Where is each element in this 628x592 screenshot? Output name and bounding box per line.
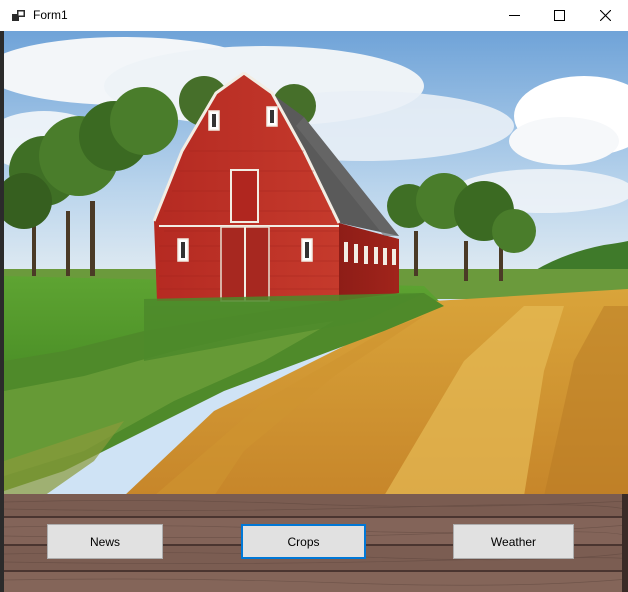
minimize-button[interactable] xyxy=(491,0,537,31)
maximize-icon xyxy=(553,10,565,21)
windows-forms-icon xyxy=(12,9,26,21)
weather-button[interactable]: Weather xyxy=(453,524,574,559)
close-button[interactable] xyxy=(582,0,628,31)
farm-barn-picture xyxy=(4,31,628,496)
crops-button[interactable]: Crops xyxy=(241,524,366,559)
app-window: Form1 News Crops Weather xyxy=(0,0,628,592)
minimize-icon xyxy=(508,10,520,21)
window-title: Form1 xyxy=(33,8,68,22)
news-button[interactable]: News xyxy=(47,524,163,559)
title-bar[interactable]: Form1 xyxy=(0,0,628,31)
maximize-button[interactable] xyxy=(536,0,582,31)
close-icon xyxy=(599,10,611,21)
form-client-area: News Crops Weather xyxy=(4,31,628,592)
